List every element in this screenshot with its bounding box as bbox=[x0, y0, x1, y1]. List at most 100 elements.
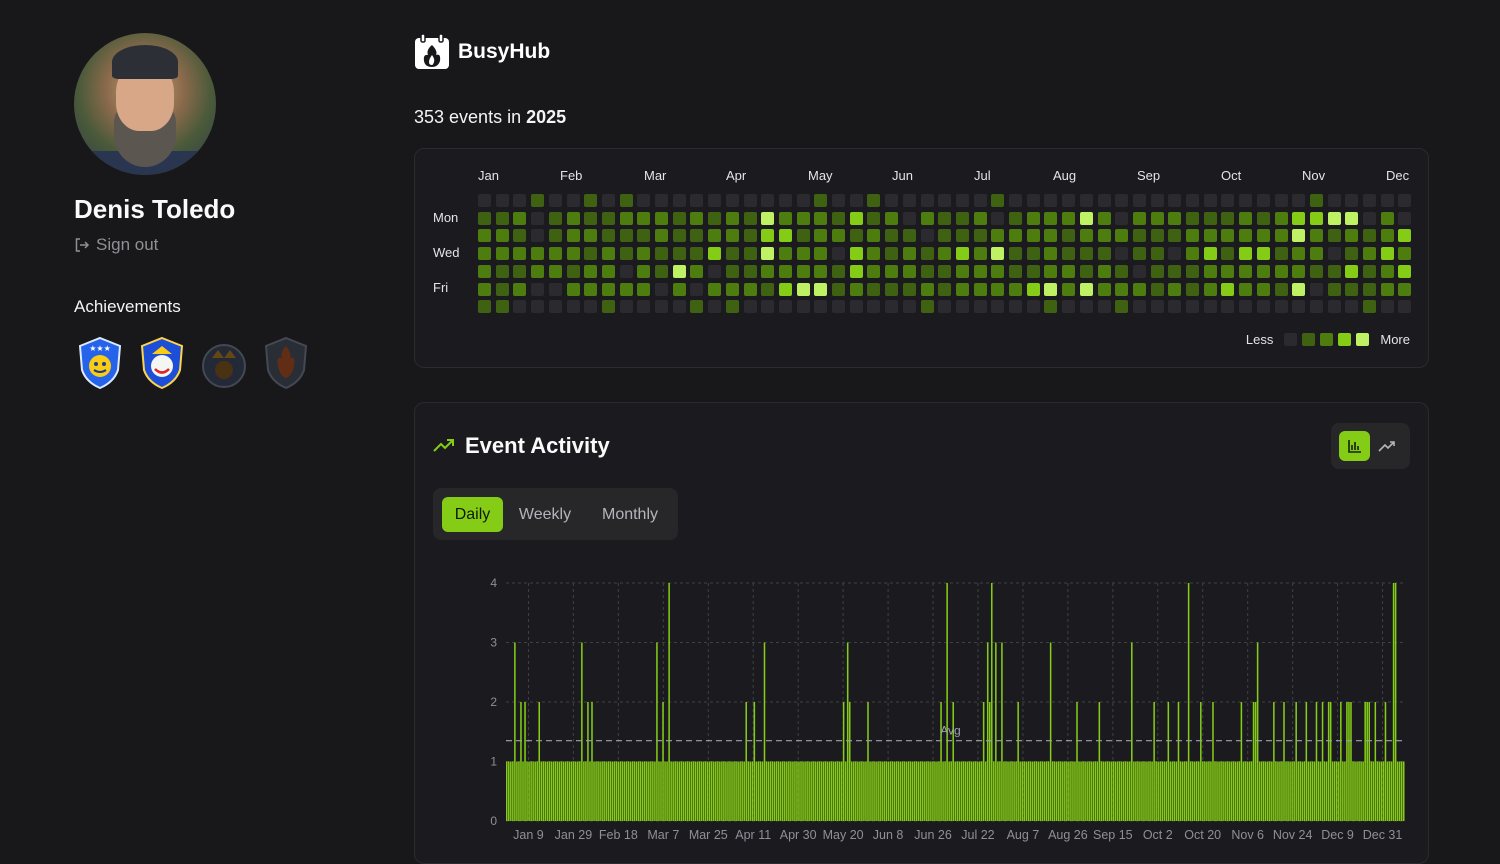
heatmap-cell[interactable] bbox=[1150, 211, 1164, 225]
heatmap-cell[interactable] bbox=[743, 282, 757, 296]
heatmap-cell[interactable] bbox=[672, 282, 686, 296]
heatmap-cell[interactable] bbox=[1079, 229, 1093, 243]
heatmap-cell[interactable] bbox=[1292, 194, 1306, 207]
tab-weekly[interactable]: Weekly bbox=[509, 497, 581, 532]
heatmap-cell[interactable] bbox=[1239, 194, 1253, 207]
heatmap-cell[interactable] bbox=[1132, 211, 1146, 225]
heatmap-cell[interactable] bbox=[548, 247, 562, 261]
heatmap-cell[interactable] bbox=[1168, 264, 1182, 278]
heatmap-cell[interactable] bbox=[690, 300, 704, 314]
brand[interactable]: BusyHub bbox=[414, 34, 550, 70]
heatmap-cell[interactable] bbox=[902, 211, 916, 225]
heatmap-cell[interactable] bbox=[531, 282, 545, 296]
heatmap-cell[interactable] bbox=[566, 211, 580, 225]
heatmap-cell[interactable] bbox=[566, 282, 580, 296]
heatmap-cell[interactable] bbox=[1168, 300, 1182, 314]
heatmap-cell[interactable] bbox=[1026, 247, 1040, 261]
heatmap-cell[interactable] bbox=[973, 247, 987, 261]
sign-out-button[interactable]: Sign out bbox=[74, 235, 158, 255]
heatmap-cell[interactable] bbox=[1221, 264, 1235, 278]
heatmap-cell[interactable] bbox=[1079, 194, 1093, 207]
heatmap-cell[interactable] bbox=[1079, 300, 1093, 314]
heatmap-cell[interactable] bbox=[1115, 247, 1129, 261]
heatmap-cell[interactable] bbox=[902, 229, 916, 243]
heatmap-cell[interactable] bbox=[1115, 229, 1129, 243]
heatmap-cell[interactable] bbox=[584, 300, 598, 314]
heatmap-cell[interactable] bbox=[1132, 282, 1146, 296]
heatmap-cell[interactable] bbox=[761, 211, 775, 225]
heatmap-cell[interactable] bbox=[478, 229, 491, 243]
heatmap-cell[interactable] bbox=[548, 194, 562, 207]
heatmap-cell[interactable] bbox=[832, 247, 845, 261]
heatmap-cell[interactable] bbox=[637, 264, 651, 278]
heatmap-cell[interactable] bbox=[849, 247, 863, 261]
heatmap-cell[interactable] bbox=[973, 300, 987, 314]
heatmap-cell[interactable] bbox=[513, 194, 527, 207]
heatmap-cell[interactable] bbox=[1168, 229, 1182, 243]
heatmap-cell[interactable] bbox=[778, 264, 792, 278]
heatmap-cell[interactable] bbox=[796, 211, 810, 225]
heatmap-cell[interactable] bbox=[1239, 300, 1253, 314]
heatmap-cell[interactable] bbox=[1380, 264, 1394, 278]
heatmap-cell[interactable] bbox=[1203, 194, 1217, 207]
heatmap-cell[interactable] bbox=[531, 264, 545, 278]
heatmap-cell[interactable] bbox=[1274, 211, 1288, 225]
heatmap-cell[interactable] bbox=[1398, 229, 1412, 243]
heatmap-cell[interactable] bbox=[672, 211, 686, 225]
heatmap-cell[interactable] bbox=[708, 211, 722, 225]
heatmap-cell[interactable] bbox=[1221, 282, 1235, 296]
heatmap-cell[interactable] bbox=[1327, 247, 1341, 261]
heatmap-cell[interactable] bbox=[495, 229, 509, 243]
heatmap-cell[interactable] bbox=[1115, 211, 1129, 225]
tab-monthly[interactable]: Monthly bbox=[589, 497, 671, 532]
heatmap-cell[interactable] bbox=[725, 229, 739, 243]
heatmap-cell[interactable] bbox=[531, 211, 545, 225]
heatmap-cell[interactable] bbox=[1097, 300, 1111, 314]
heatmap-cell[interactable] bbox=[1026, 211, 1040, 225]
heatmap-cell[interactable] bbox=[1345, 264, 1359, 278]
heatmap-cell[interactable] bbox=[584, 194, 598, 207]
heatmap-cell[interactable] bbox=[955, 194, 969, 207]
heatmap-cell[interactable] bbox=[690, 264, 704, 278]
heatmap-cell[interactable] bbox=[1345, 282, 1359, 296]
heatmap-cell[interactable] bbox=[761, 282, 775, 296]
heatmap-cell[interactable] bbox=[655, 211, 668, 225]
heatmap-cell[interactable] bbox=[725, 264, 739, 278]
heatmap-cell[interactable] bbox=[1044, 194, 1058, 207]
heatmap-cell[interactable] bbox=[743, 264, 757, 278]
heatmap-cell[interactable] bbox=[1132, 247, 1146, 261]
heatmap-cell[interactable] bbox=[690, 194, 704, 207]
heatmap-cell[interactable] bbox=[548, 211, 562, 225]
heatmap-cell[interactable] bbox=[1203, 211, 1217, 225]
heatmap-cell[interactable] bbox=[619, 264, 633, 278]
heatmap-cell[interactable] bbox=[1345, 211, 1359, 225]
heatmap-cell[interactable] bbox=[938, 229, 952, 243]
heatmap-cell[interactable] bbox=[1327, 194, 1341, 207]
heatmap-cell[interactable] bbox=[778, 229, 792, 243]
heatmap-cell[interactable] bbox=[796, 300, 810, 314]
heatmap-cell[interactable] bbox=[1309, 194, 1323, 207]
heatmap-cell[interactable] bbox=[725, 211, 739, 225]
heatmap-cell[interactable] bbox=[832, 282, 845, 296]
heatmap-cell[interactable] bbox=[849, 300, 863, 314]
heatmap-cell[interactable] bbox=[708, 282, 722, 296]
heatmap-cell[interactable] bbox=[1309, 300, 1323, 314]
heatmap-cell[interactable] bbox=[814, 247, 828, 261]
heatmap-cell[interactable] bbox=[1380, 300, 1394, 314]
heatmap-cell[interactable] bbox=[513, 247, 527, 261]
heatmap-cell[interactable] bbox=[885, 264, 899, 278]
heatmap-cell[interactable] bbox=[1309, 282, 1323, 296]
heatmap-cell[interactable] bbox=[1221, 229, 1235, 243]
heatmap-cell[interactable] bbox=[601, 300, 615, 314]
heatmap-cell[interactable] bbox=[955, 282, 969, 296]
heatmap-cell[interactable] bbox=[584, 229, 598, 243]
heatmap-cell[interactable] bbox=[761, 247, 775, 261]
heatmap-cell[interactable] bbox=[1380, 229, 1394, 243]
heatmap-cell[interactable] bbox=[566, 264, 580, 278]
heatmap-cell[interactable] bbox=[1398, 247, 1412, 261]
heatmap-cell[interactable] bbox=[920, 194, 934, 207]
heatmap-cell[interactable] bbox=[1026, 229, 1040, 243]
heatmap-cell[interactable] bbox=[1345, 300, 1359, 314]
heatmap-cell[interactable] bbox=[761, 300, 775, 314]
heatmap-cell[interactable] bbox=[743, 300, 757, 314]
